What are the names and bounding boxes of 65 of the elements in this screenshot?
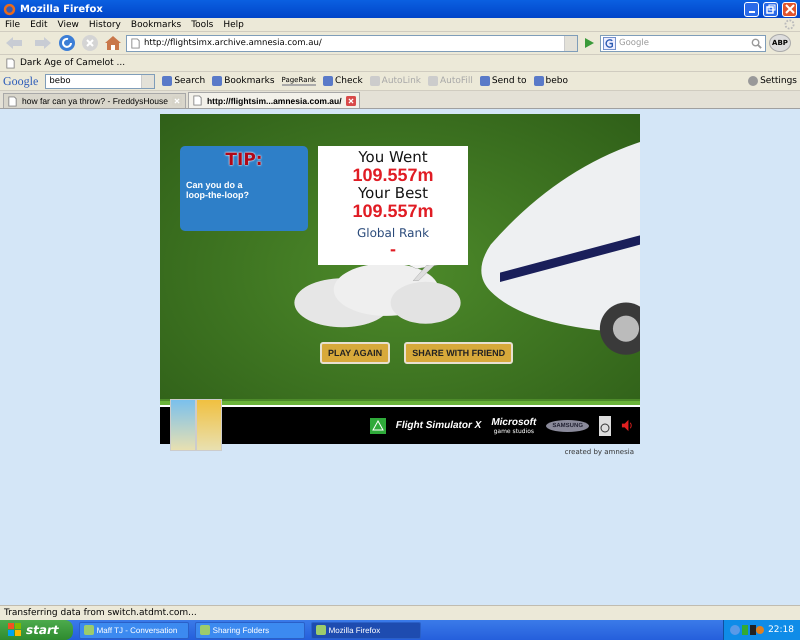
sponsor-logo-text: Flight Simulator X [396, 420, 482, 431]
menu-item[interactable]: Bookmarks [130, 20, 182, 30]
toolbar-button[interactable]: Bookmarks [212, 76, 275, 86]
close-button[interactable] [782, 2, 797, 16]
toolbar-search-input[interactable]: bebo [49, 74, 142, 88]
menu-item[interactable]: File [5, 20, 20, 30]
clock: 22:18 [768, 625, 794, 635]
score-label: Your Best [358, 185, 428, 202]
tray-icons-drawing [730, 624, 764, 636]
menu-item[interactable]: Tools [191, 20, 214, 30]
windows-flag-icon [8, 623, 22, 637]
tip-text: Can you do a loop-the-loop? [186, 180, 250, 200]
throbber-icon [784, 19, 795, 30]
page-icon [130, 38, 141, 48]
score-value: 109.557m [352, 166, 434, 185]
browser-tab[interactable]: how far can ya throw? - FreddysHouse [3, 93, 186, 108]
settings-button[interactable]: Settings [748, 76, 797, 86]
stop-icon [81, 34, 99, 52]
menu-item[interactable]: History [88, 20, 121, 30]
rating-icon [370, 418, 386, 434]
start-button[interactable]: start [0, 620, 73, 640]
browser-tab[interactable]: http://flightsim...amnesia.com.au/ [188, 92, 360, 108]
bookmark-link[interactable]: Dark Age of Camelot ... [20, 58, 126, 68]
minimize-button[interactable] [744, 2, 759, 16]
house-icon [104, 34, 122, 52]
badge-icon [599, 416, 611, 436]
game-button[interactable]: PLAY AGAIN [320, 342, 390, 364]
toolbar-search-field[interactable]: bebo [45, 74, 156, 88]
page-icon [7, 96, 18, 106]
menu-item[interactable]: Edit [30, 20, 48, 30]
address-input[interactable]: http://flightsimx.archive.amnesia.com.au/ [144, 36, 561, 50]
game-button[interactable]: SHARE WITH FRIEND [404, 342, 514, 364]
score-label: You Went [358, 149, 428, 166]
search-icon [750, 36, 763, 50]
speaker-icon[interactable] [621, 419, 634, 432]
page-icon [192, 95, 203, 106]
taskbar-button[interactable]: Mozilla Firefox [310, 622, 421, 638]
reload-button[interactable] [57, 34, 77, 52]
game-box-drawing [170, 399, 222, 451]
window-title: Mozilla Firefox [20, 4, 103, 14]
toolbar-button[interactable]: bebo [534, 76, 568, 86]
toolbar-button[interactable]: Check [322, 76, 363, 86]
home-button[interactable] [103, 34, 123, 52]
search-input[interactable]: Google [619, 36, 747, 50]
globe-icon [3, 2, 16, 16]
page-icon [5, 58, 16, 68]
score-value: - [390, 240, 396, 259]
score-value: 109.557m [352, 202, 434, 221]
rank-label: Global Rank [356, 226, 430, 240]
menu-item[interactable]: View [58, 20, 79, 30]
minimize-icon [748, 11, 754, 13]
restore-icon [766, 4, 776, 14]
close-icon [784, 4, 794, 14]
toolbar-button[interactable]: Search [162, 76, 206, 86]
address-field[interactable]: http://flightsimx.archive.amnesia.com.au/ [126, 34, 578, 52]
restore-button[interactable] [763, 2, 778, 16]
toolbar-button[interactable]: Send to [480, 76, 526, 86]
reload-icon [58, 34, 76, 52]
search-field[interactable]: Google [600, 34, 766, 52]
close-icon[interactable] [346, 96, 356, 106]
google-g-icon [603, 36, 616, 50]
play-arrow-icon [582, 36, 596, 50]
tip-title: TIP: [224, 150, 264, 170]
menu-item[interactable]: Help [223, 20, 244, 30]
google-logo: Google [3, 74, 38, 88]
